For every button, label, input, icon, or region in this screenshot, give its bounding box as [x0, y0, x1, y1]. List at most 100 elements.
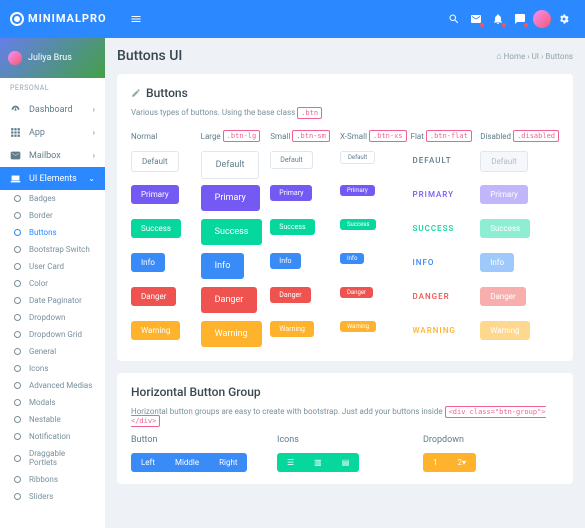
- sub-nestable[interactable]: Nestable: [0, 411, 105, 428]
- primary-button[interactable]: Primary: [411, 185, 457, 204]
- ring-icon: [14, 331, 21, 338]
- ring-icon: [14, 263, 21, 270]
- danger-button[interactable]: Danger: [480, 287, 525, 306]
- hgroup-card: Horizontal Button Group Horizontal butto…: [117, 373, 573, 484]
- dd-2[interactable]: 2 ▾: [448, 453, 477, 472]
- warning-button[interactable]: Warning: [270, 321, 314, 337]
- sub-draggable-portlets[interactable]: Draggable Portlets: [0, 445, 105, 471]
- icon-btn-2[interactable]: ▥: [304, 453, 332, 472]
- mail-icon[interactable]: [465, 13, 487, 25]
- sub-badges[interactable]: Badges: [0, 190, 105, 207]
- sub-buttons[interactable]: Buttons: [0, 224, 105, 241]
- code-btn: .btn: [297, 107, 322, 119]
- menu-toggle[interactable]: [125, 13, 147, 25]
- primary-button[interactable]: Primary: [131, 185, 179, 204]
- group-right[interactable]: Right: [209, 453, 247, 472]
- default-button[interactable]: DEFAULT: [411, 151, 454, 170]
- nav-ui-elements[interactable]: UI Elements⌄: [0, 167, 105, 190]
- chat-icon[interactable]: [509, 13, 531, 25]
- col-head: X-Small .btn-xs: [340, 127, 407, 145]
- info-button[interactable]: Info: [131, 253, 165, 272]
- sub-notification[interactable]: Notification: [0, 428, 105, 445]
- info-button[interactable]: Info: [340, 253, 364, 264]
- bell-icon[interactable]: [487, 13, 509, 25]
- default-button[interactable]: Default: [270, 151, 312, 169]
- dropdown-group: 1 2 ▾: [423, 453, 476, 472]
- sidebar-section: PERSONAL: [0, 78, 105, 98]
- ring-icon: [14, 229, 21, 236]
- default-button[interactable]: Default: [201, 151, 260, 179]
- nav-app[interactable]: App›: [0, 121, 105, 144]
- col-head: Small .btn-sm: [270, 127, 336, 145]
- icon-btn-1[interactable]: ☰: [277, 453, 304, 472]
- primary-button[interactable]: Primary: [270, 185, 312, 201]
- success-button[interactable]: Success: [131, 219, 181, 238]
- group-left[interactable]: Left: [131, 453, 165, 472]
- danger-button[interactable]: Danger: [201, 287, 258, 313]
- sub-bootstrap-switch[interactable]: Bootstrap Switch: [0, 241, 105, 258]
- search-icon[interactable]: [443, 13, 465, 25]
- nav-dashboard[interactable]: Dashboard›: [0, 98, 105, 121]
- sidebar: Juliya Brus PERSONAL Dashboard›App›Mailb…: [0, 38, 105, 528]
- dd-1[interactable]: 1: [423, 453, 448, 472]
- sub-date-paginator[interactable]: Date Paginator: [0, 292, 105, 309]
- sub-icons[interactable]: Icons: [0, 360, 105, 377]
- warning-button[interactable]: Warning: [411, 321, 458, 340]
- user-avatar: [8, 51, 22, 65]
- sub-border[interactable]: Border: [0, 207, 105, 224]
- sub-sliders[interactable]: Sliders: [0, 488, 105, 505]
- sub-dropdown-grid[interactable]: Dropdown Grid: [0, 326, 105, 343]
- success-button[interactable]: Success: [201, 219, 263, 245]
- primary-button[interactable]: Primary: [201, 185, 260, 211]
- info-button[interactable]: Info: [411, 253, 437, 272]
- default-button[interactable]: Default: [131, 151, 179, 172]
- success-button[interactable]: Success: [270, 219, 314, 235]
- default-button[interactable]: Default: [480, 151, 528, 172]
- danger-button[interactable]: Danger: [340, 287, 373, 298]
- user-hero[interactable]: Juliya Brus: [0, 38, 105, 78]
- sub-ribbons[interactable]: Ribbons: [0, 471, 105, 488]
- home-icon[interactable]: ⌂: [496, 52, 501, 62]
- sub-dropdown[interactable]: Dropdown: [0, 309, 105, 326]
- icon-btn-3[interactable]: ▤: [332, 453, 360, 472]
- info-button[interactable]: Info: [480, 253, 514, 272]
- chevron-icon: ›: [93, 151, 95, 160]
- info-button[interactable]: Info: [201, 253, 245, 279]
- avatar[interactable]: [531, 10, 553, 28]
- primary-button[interactable]: Primary: [480, 185, 528, 204]
- warning-button[interactable]: Warning: [201, 321, 262, 347]
- edit-icon: [131, 88, 141, 98]
- ring-icon: [14, 314, 21, 321]
- info-button[interactable]: Info: [270, 253, 300, 269]
- ring-icon: [14, 246, 21, 253]
- warning-button[interactable]: Warning: [131, 321, 180, 340]
- sub-color[interactable]: Color: [0, 275, 105, 292]
- warning-button[interactable]: Warning: [340, 321, 376, 332]
- group-middle[interactable]: Middle: [165, 453, 209, 472]
- danger-button[interactable]: Danger: [270, 287, 310, 303]
- logo-icon: [10, 12, 24, 26]
- ring-icon: [14, 493, 21, 500]
- nav-mailbox[interactable]: Mailbox›: [0, 144, 105, 167]
- breadcrumb: ⌂ Home › UI › Buttons: [496, 51, 573, 62]
- page-title: Buttons UI: [117, 48, 182, 64]
- settings-icon[interactable]: [553, 13, 575, 25]
- ring-icon: [14, 280, 21, 287]
- default-button[interactable]: Default: [340, 151, 375, 164]
- primary-button[interactable]: Primary: [340, 185, 375, 196]
- sub-advanced-medias[interactable]: Advanced Medias: [0, 377, 105, 394]
- sub-general[interactable]: General: [0, 343, 105, 360]
- success-button[interactable]: Success: [411, 219, 457, 238]
- warning-button[interactable]: Warning: [480, 321, 529, 340]
- success-button[interactable]: Success: [340, 219, 377, 230]
- ring-icon: [14, 476, 21, 483]
- button-group: Left Middle Right: [131, 453, 247, 472]
- ring-icon: [14, 433, 21, 440]
- danger-button[interactable]: Danger: [411, 287, 452, 306]
- danger-button[interactable]: Danger: [131, 287, 176, 306]
- ring-icon: [14, 348, 21, 355]
- sub-modals[interactable]: Modals: [0, 394, 105, 411]
- icon-group: ☰ ▥ ▤: [277, 453, 359, 472]
- success-button[interactable]: Success: [480, 219, 530, 238]
- sub-user-card[interactable]: User Card: [0, 258, 105, 275]
